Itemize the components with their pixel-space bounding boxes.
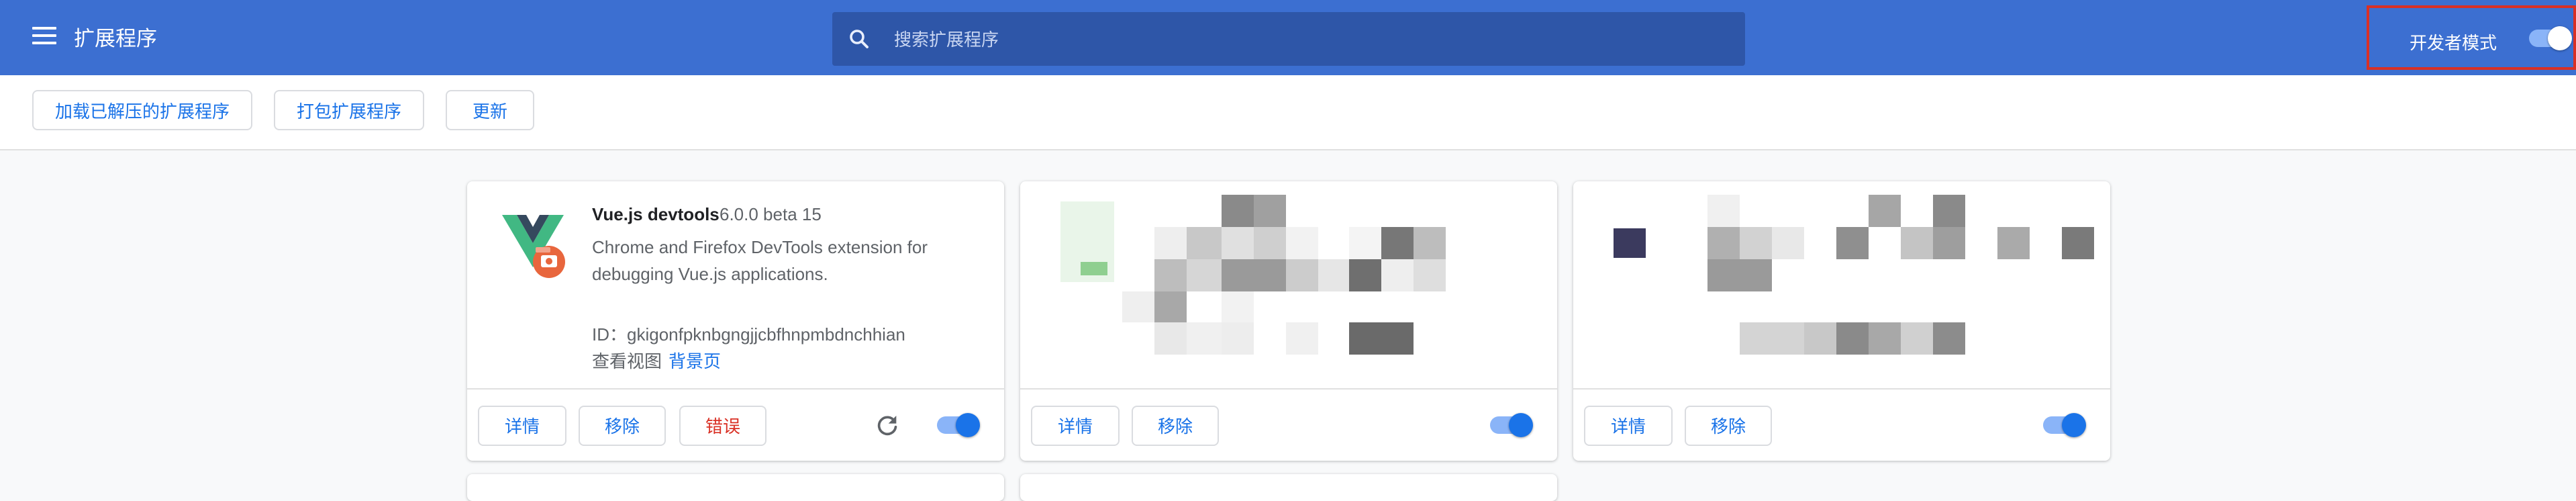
remove-button[interactable]: 移除	[1685, 406, 1772, 446]
top-toolbar: 扩展程序 开发者模式	[0, 0, 2576, 75]
update-button[interactable]: 更新	[446, 90, 534, 130]
extension-card: 详情 移除	[1573, 181, 2110, 461]
card-divider	[1573, 388, 2110, 390]
extension-card: 详情 移除	[1020, 181, 1557, 461]
enable-toggle[interactable]	[937, 413, 980, 437]
extension-id: ID：gkigonfpknbgngjjcbfhnpmbdnchhian	[592, 324, 905, 345]
extension-version: 6.0.0 beta 15	[720, 204, 822, 224]
extension-card-partial	[467, 474, 1004, 501]
enable-toggle[interactable]	[2043, 413, 2086, 437]
card-divider	[467, 388, 1004, 390]
menu-icon[interactable]	[32, 27, 56, 48]
action-toolbar: 加载已解压的扩展程序 打包扩展程序 更新	[0, 75, 2576, 150]
remove-button[interactable]: 移除	[1132, 406, 1219, 446]
details-button[interactable]: 详情	[1031, 406, 1120, 446]
inspect-views-label: 查看视图	[592, 351, 662, 371]
developer-mode-toggle[interactable]	[2529, 26, 2572, 50]
extension-card: Vue.js devtools 6.0.0 beta 15 Chrome and…	[467, 181, 1004, 461]
vue-devtools-logo-icon	[502, 215, 565, 278]
card-divider	[1020, 388, 1557, 390]
details-button[interactable]: 详情	[1584, 406, 1673, 446]
developer-mode-label: 开发者模式	[2410, 33, 2497, 53]
inspect-views: 查看视图 背景页	[592, 348, 721, 373]
developer-mode-section: 开发者模式	[2367, 5, 2576, 70]
enable-toggle[interactable]	[1490, 413, 1533, 437]
search-input[interactable]	[893, 12, 1728, 67]
page-title: 扩展程序	[74, 27, 157, 50]
load-unpacked-button[interactable]: 加载已解压的扩展程序	[32, 90, 252, 130]
search-icon	[850, 30, 869, 48]
search-box[interactable]	[832, 12, 1745, 67]
errors-button[interactable]: 错误	[679, 406, 766, 446]
details-button[interactable]: 详情	[478, 406, 566, 446]
remove-button[interactable]: 移除	[579, 406, 666, 446]
extension-name: Vue.js devtools	[592, 204, 720, 224]
extension-description: Chrome and Firefox DevTools extension fo…	[592, 237, 928, 284]
extension-card-partial	[1020, 474, 1557, 501]
pack-extension-button[interactable]: 打包扩展程序	[274, 90, 424, 130]
reload-icon[interactable]	[874, 412, 901, 439]
background-page-link[interactable]: 背景页	[668, 351, 721, 371]
